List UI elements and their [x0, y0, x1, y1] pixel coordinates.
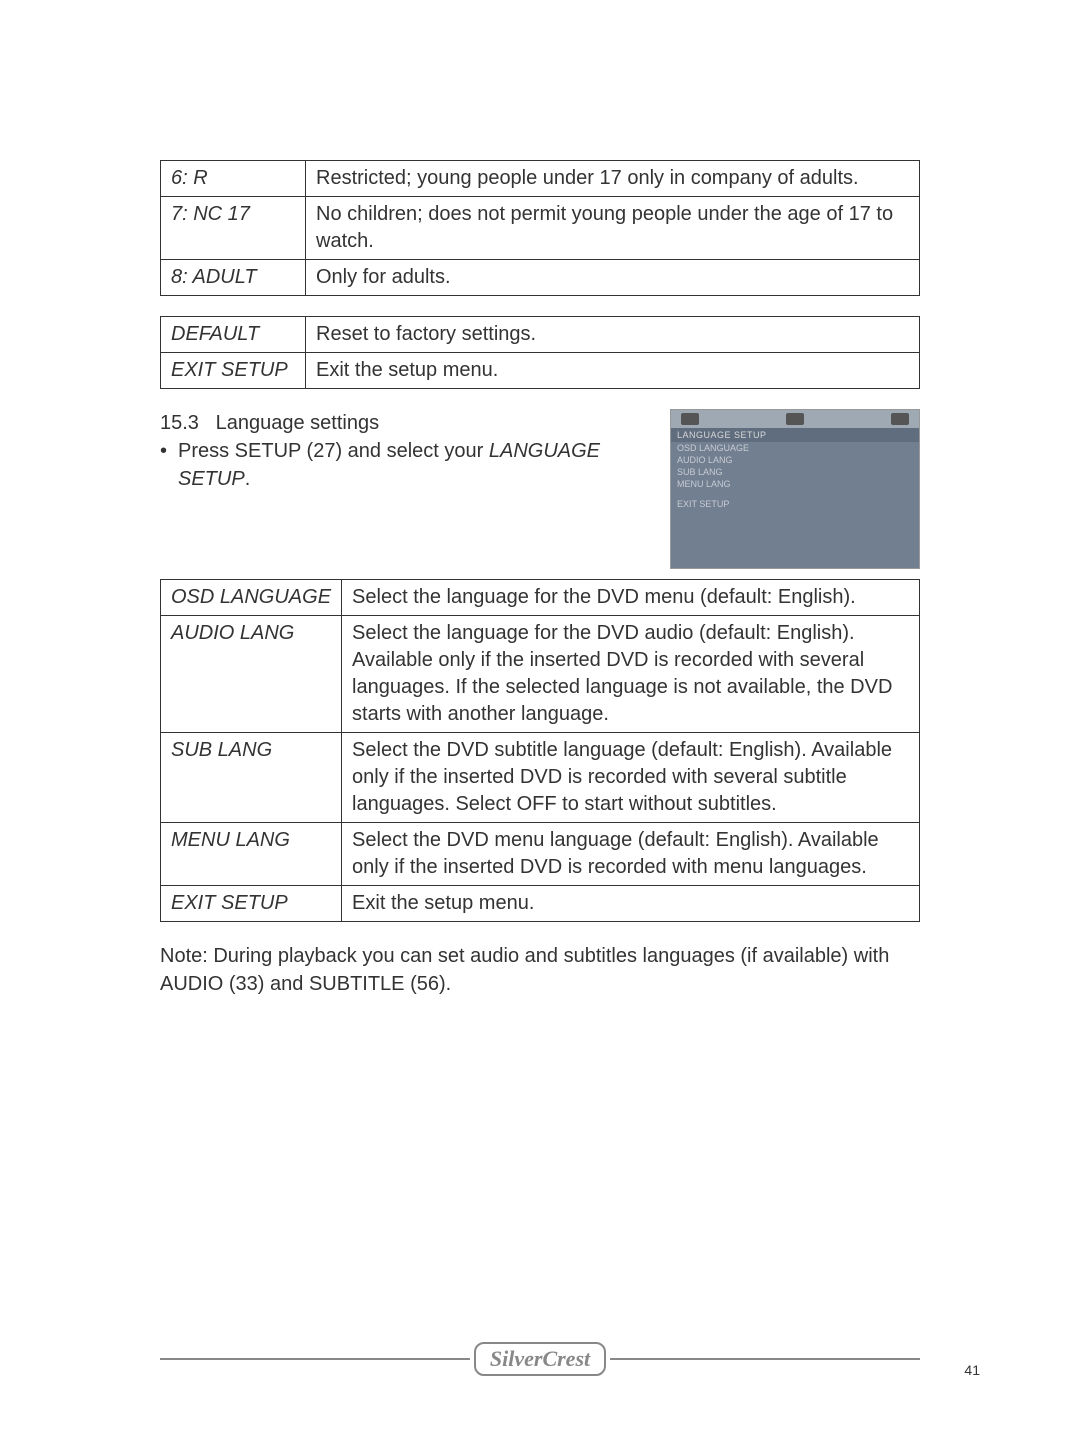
mock-tabs: [671, 410, 919, 428]
section-title: Language settings: [216, 412, 379, 434]
table-row: 6: R Restricted; young people under 17 o…: [161, 161, 920, 197]
misc-key: EXIT SETUP: [161, 353, 306, 389]
rating-desc: Restricted; young people under 17 only i…: [306, 161, 920, 197]
mock-item: MENU LANG: [671, 478, 919, 490]
table-row: EXIT SETUP Exit the setup menu.: [161, 886, 920, 922]
rating-key: 7: NC 17: [161, 197, 306, 260]
table-row: 8: ADULT Only for adults.: [161, 260, 920, 296]
lang-desc: Exit the setup menu.: [342, 886, 920, 922]
mock-item: EXIT SETUP: [671, 498, 919, 510]
table-row: SUB LANG Select the DVD subtitle languag…: [161, 733, 920, 823]
mock-gap: [671, 490, 919, 498]
table-row: MENU LANG Select the DVD menu language (…: [161, 823, 920, 886]
lang-key: EXIT SETUP: [161, 886, 342, 922]
section-text: 15.3 Language settings Press SETUP (27) …: [160, 409, 640, 493]
tab-icon: [681, 413, 699, 425]
lang-desc: Select the DVD subtitle language (defaul…: [342, 733, 920, 823]
misc-desc: Exit the setup menu.: [306, 353, 920, 389]
brand-logo: SilverCrest: [474, 1342, 606, 1376]
table-row: EXIT SETUP Exit the setup menu.: [161, 353, 920, 389]
table-row: OSD LANGUAGE Select the language for the…: [161, 580, 920, 616]
language-section: 15.3 Language settings Press SETUP (27) …: [160, 409, 920, 569]
table-row: DEFAULT Reset to factory settings.: [161, 317, 920, 353]
mock-item: SUB LANG: [671, 466, 919, 478]
section-bullet: Press SETUP (27) and select your LANGUAG…: [160, 437, 640, 493]
misc-key: DEFAULT: [161, 317, 306, 353]
tab-icon: [786, 413, 804, 425]
footer: SilverCrest: [160, 1342, 920, 1376]
mock-item: AUDIO LANG: [671, 454, 919, 466]
mock-header: LANGUAGE SETUP: [671, 428, 919, 442]
mock-item: OSD LANGUAGE: [671, 442, 919, 454]
table-row: AUDIO LANG Select the language for the D…: [161, 616, 920, 733]
section-heading: 15.3 Language settings: [160, 409, 640, 437]
tab-icon: [891, 413, 909, 425]
rating-key: 8: ADULT: [161, 260, 306, 296]
lang-key: AUDIO LANG: [161, 616, 342, 733]
footer-rule: [610, 1358, 920, 1360]
note-text: Note: During playback you can set audio …: [160, 942, 920, 998]
lang-key: OSD LANGUAGE: [161, 580, 342, 616]
misc-table: DEFAULT Reset to factory settings. EXIT …: [160, 316, 920, 389]
lang-key: MENU LANG: [161, 823, 342, 886]
page-number: 41: [964, 1362, 980, 1378]
section-num: 15.3: [160, 412, 199, 434]
lang-desc: Select the DVD menu language (default: E…: [342, 823, 920, 886]
footer-rule: [160, 1358, 470, 1360]
language-table: OSD LANGUAGE Select the language for the…: [160, 579, 920, 922]
table-row: 7: NC 17 No children; does not permit yo…: [161, 197, 920, 260]
lang-desc: Select the language for the DVD menu (de…: [342, 580, 920, 616]
lang-key: SUB LANG: [161, 733, 342, 823]
bullet-text-c: .: [245, 468, 251, 490]
lang-desc: Select the language for the DVD audio (d…: [342, 616, 920, 733]
screenshot-mock: LANGUAGE SETUP OSD LANGUAGE AUDIO LANG S…: [670, 409, 920, 569]
ratings-table: 6: R Restricted; young people under 17 o…: [160, 160, 920, 296]
rating-desc: No children; does not permit young peopl…: [306, 197, 920, 260]
rating-desc: Only for adults.: [306, 260, 920, 296]
rating-key: 6: R: [161, 161, 306, 197]
misc-desc: Reset to factory settings.: [306, 317, 920, 353]
bullet-text-a: Press SETUP (27) and select your: [178, 440, 489, 462]
